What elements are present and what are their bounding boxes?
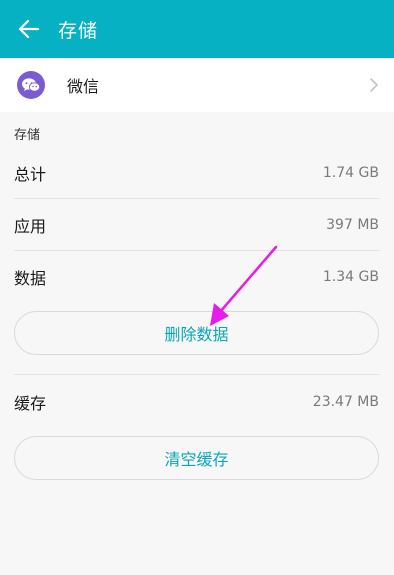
chevron-right-icon: [370, 78, 378, 92]
back-button[interactable]: [0, 0, 56, 58]
storage-screen: 存储 微信 存储 总计 1.74 GB 应用 397 MB 数据 1.34 GB…: [0, 0, 394, 575]
storage-row-app: 应用 397 MB: [0, 199, 394, 251]
row-label: 应用: [14, 217, 47, 236]
app-bar: 存储: [0, 0, 394, 58]
row-value: 1.34 GB: [322, 269, 379, 285]
storage-row-cache: 缓存 23.47 MB: [0, 376, 394, 428]
clear-data-button[interactable]: 删除数据: [14, 311, 379, 355]
row-value: 1.74 GB: [322, 165, 379, 181]
row-value: 397 MB: [326, 217, 379, 233]
storage-row-total: 总计 1.74 GB: [0, 147, 394, 199]
storage-row-data: 数据 1.34 GB: [0, 251, 394, 303]
row-label: 总计: [14, 165, 47, 184]
row-label: 数据: [14, 269, 47, 288]
arrow-left-icon: [18, 19, 39, 39]
row-label: 缓存: [14, 394, 47, 413]
storage-section-label: 存储: [14, 128, 41, 143]
clear-cache-button[interactable]: 清空缓存: [14, 436, 379, 480]
app-name: 微信: [67, 77, 100, 96]
divider: [14, 374, 380, 375]
page-title: 存储: [58, 19, 99, 42]
wechat-icon: [17, 71, 45, 99]
app-info-row[interactable]: 微信: [0, 58, 394, 112]
row-value: 23.47 MB: [312, 394, 379, 410]
